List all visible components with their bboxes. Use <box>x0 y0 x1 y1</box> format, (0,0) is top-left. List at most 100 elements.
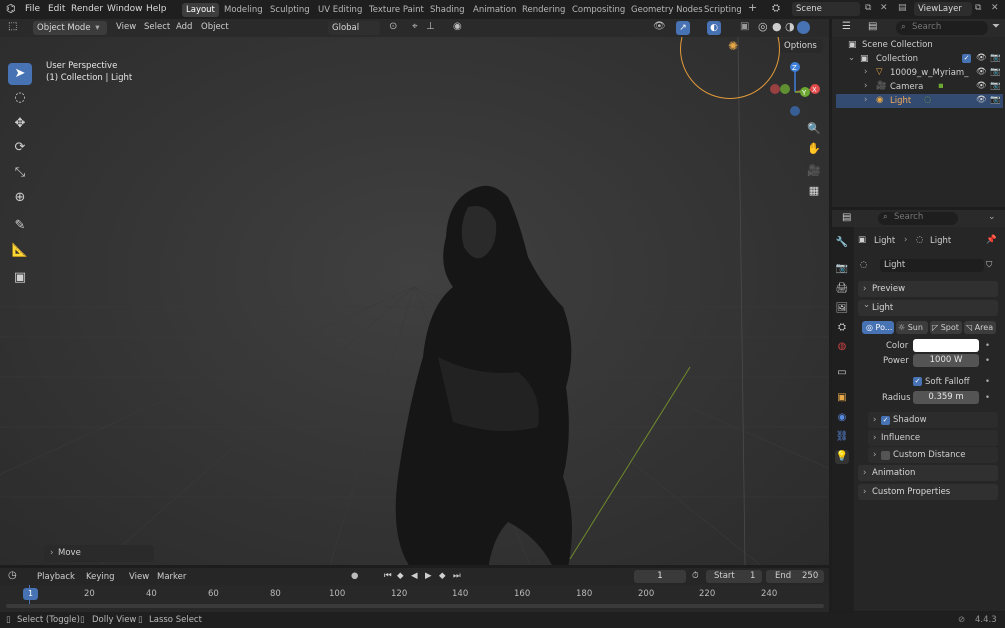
tab-uv-editing[interactable]: UV Editing <box>314 4 366 18</box>
prev-keyframe-icon[interactable]: ◆ <box>397 571 404 581</box>
collection-tab-icon[interactable]: ▭ <box>835 366 849 380</box>
measure-tool[interactable]: 📐 <box>8 240 32 262</box>
scene-tab-icon[interactable]: ⛭ <box>835 321 849 335</box>
outliner-row-camera[interactable]: › 🎥 Camera ▪ 👁 📷 <box>836 80 1003 94</box>
zoom-icon[interactable]: 🔍 <box>805 120 823 138</box>
material-shading-icon[interactable]: ◑ <box>785 20 795 33</box>
properties-editor-icon[interactable]: ▤ <box>842 212 851 223</box>
eye-icon[interactable]: 👁 <box>976 95 987 105</box>
menu-select[interactable]: Select <box>144 22 170 32</box>
playhead-frame-badge[interactable]: 1 <box>23 588 38 600</box>
tab-scripting[interactable]: Scripting <box>700 4 746 18</box>
new-view-layer-icon[interactable]: ⧉ <box>975 3 981 13</box>
render-camera-icon[interactable]: 📷 <box>990 81 1001 91</box>
snap-icon[interactable]: ⌖ <box>412 21 418 32</box>
add-cube-tool[interactable]: ▣ <box>8 267 32 289</box>
properties-search-input[interactable]: ⌕ Search <box>878 212 958 225</box>
select-box-tool[interactable]: ➤ <box>8 63 32 85</box>
scene-selector[interactable]: Scene <box>792 2 860 16</box>
eye-icon[interactable]: 👁 <box>976 81 987 91</box>
menu-help[interactable]: Help <box>146 4 167 14</box>
delete-scene-icon[interactable]: ✕ <box>880 3 888 13</box>
light-data-tab-icon[interactable]: 💡 <box>835 450 849 464</box>
mode-dropdown[interactable]: Object Mode ▾ <box>33 21 107 35</box>
overlay-toggle-icon[interactable]: ◐ <box>707 21 721 35</box>
custom-distance-subpanel[interactable]: › Custom Distance <box>868 447 998 463</box>
timeline-editor-icon[interactable]: ◷ <box>8 570 17 581</box>
chevron-down-icon[interactable]: ⌄ <box>848 53 855 63</box>
power-field[interactable]: 1000 W <box>913 354 979 367</box>
tab-compositing[interactable]: Compositing <box>568 4 629 18</box>
menu-playback[interactable]: Playback <box>37 572 75 582</box>
render-camera-icon[interactable]: 📷 <box>990 95 1001 105</box>
pan-hand-icon[interactable]: ✋ <box>805 140 823 158</box>
xray-icon[interactable]: ▣ <box>740 21 749 32</box>
datablock-selector[interactable]: ◌ Light ⛉ <box>858 259 1000 273</box>
keyframe-dot-icon[interactable]: • <box>985 393 990 403</box>
menu-timeline-view[interactable]: View <box>129 572 149 582</box>
tab-layout[interactable]: Layout <box>182 3 219 17</box>
stopwatch-icon[interactable]: ⏱ <box>692 571 699 581</box>
world-tab-icon[interactable]: ◍ <box>835 340 849 354</box>
pivot-point-icon[interactable]: ⊙ <box>389 21 397 32</box>
snap-target-icon[interactable]: ⊥ <box>426 21 435 32</box>
outliner-row-mesh[interactable]: › ▽ 10009_w_Myriam_ 👁 📷 <box>836 66 1003 80</box>
current-frame-field[interactable]: 1 <box>634 570 686 583</box>
menu-object[interactable]: Object <box>201 22 229 32</box>
tab-modeling[interactable]: Modeling <box>220 4 267 18</box>
object-tab-icon[interactable]: ▣ <box>835 391 849 405</box>
menu-file[interactable]: File <box>25 4 40 14</box>
chevron-right-icon[interactable]: › <box>864 67 867 77</box>
render-camera-icon[interactable]: 📷 <box>990 53 1001 63</box>
light-data-icon[interactable]: ◌ <box>924 95 931 105</box>
pin-icon[interactable]: 📌 <box>986 235 997 245</box>
outliner-editor-icon[interactable]: ☰ <box>842 21 851 32</box>
menu-keying[interactable]: Keying <box>86 572 115 582</box>
end-frame-field[interactable]: End 250 <box>766 570 824 583</box>
light-type-selector[interactable]: ◎ Po... ☼ Sun ◸ Spot ◹ Area <box>862 321 996 334</box>
new-scene-icon[interactable]: ⧉ <box>865 3 871 13</box>
outliner-row-light[interactable]: › ◉ Light ◌ 👁 📷 <box>836 94 1003 108</box>
light-panel-header[interactable]: Light <box>858 297 998 316</box>
light-object-icon[interactable]: ✺ <box>728 39 738 53</box>
tab-shading[interactable]: Shading <box>426 4 469 18</box>
render-camera-icon[interactable]: 📷 <box>990 67 1001 77</box>
annotate-tool[interactable]: ✎ <box>8 215 32 237</box>
timeline-scrollbar[interactable] <box>6 604 824 608</box>
tab-rendering[interactable]: Rendering <box>518 4 569 18</box>
output-tab-icon[interactable]: 🖨 <box>835 282 849 296</box>
view-layer-selector[interactable]: ViewLayer <box>914 2 972 16</box>
add-workspace-button[interactable]: + <box>744 2 761 16</box>
transform-orientation-dropdown[interactable]: Global <box>328 21 380 35</box>
light-type-point[interactable]: ◎ Po... <box>862 321 894 334</box>
menu-edit[interactable]: Edit <box>48 4 65 14</box>
color-swatch[interactable] <box>913 339 979 352</box>
light-datablock-icon[interactable]: ◌ <box>860 260 867 270</box>
light-type-spot[interactable]: ◸ Spot <box>930 321 962 334</box>
light-type-sun[interactable]: ☼ Sun <box>896 321 928 334</box>
animation-panel-header[interactable]: Animation <box>858 465 998 481</box>
radius-field[interactable]: 0.359 m <box>913 391 979 404</box>
move-tool[interactable]: ✥ <box>8 113 32 135</box>
keyframe-dot-icon[interactable]: • <box>985 356 990 366</box>
3d-viewport[interactable]: ✺ User Perspective (1) Collection | Ligh… <box>0 37 829 565</box>
preview-panel-header[interactable]: Preview <box>858 281 998 297</box>
fake-user-shield-icon[interactable]: ⛉ <box>986 260 992 270</box>
camera-data-icon[interactable]: ▪ <box>938 81 944 91</box>
jump-end-icon[interactable]: ⏭ <box>453 571 461 581</box>
scale-tool[interactable]: ⤡ <box>8 162 32 184</box>
custom-properties-panel-header[interactable]: Custom Properties <box>858 484 998 500</box>
eye-icon[interactable]: 👁 <box>976 53 987 63</box>
menu-add[interactable]: Add <box>176 22 192 32</box>
influence-subpanel[interactable]: › Influence <box>868 430 998 446</box>
eye-icon[interactable]: 👁 <box>976 67 987 77</box>
shadow-checkbox[interactable]: ✓ <box>881 416 890 425</box>
tab-geometry-nodes[interactable]: Geometry Nodes <box>627 4 707 18</box>
custom-distance-checkbox[interactable] <box>881 451 890 460</box>
cursor-tool[interactable]: ◌ <box>8 87 32 109</box>
display-mode-icon[interactable]: ▤ <box>868 21 877 32</box>
options-dropdown[interactable]: Options <box>780 39 823 53</box>
editor-type-icon[interactable]: ⬚ <box>8 21 17 32</box>
transform-tool[interactable]: ⊕ <box>8 187 32 209</box>
statue-mesh[interactable] <box>368 177 628 565</box>
